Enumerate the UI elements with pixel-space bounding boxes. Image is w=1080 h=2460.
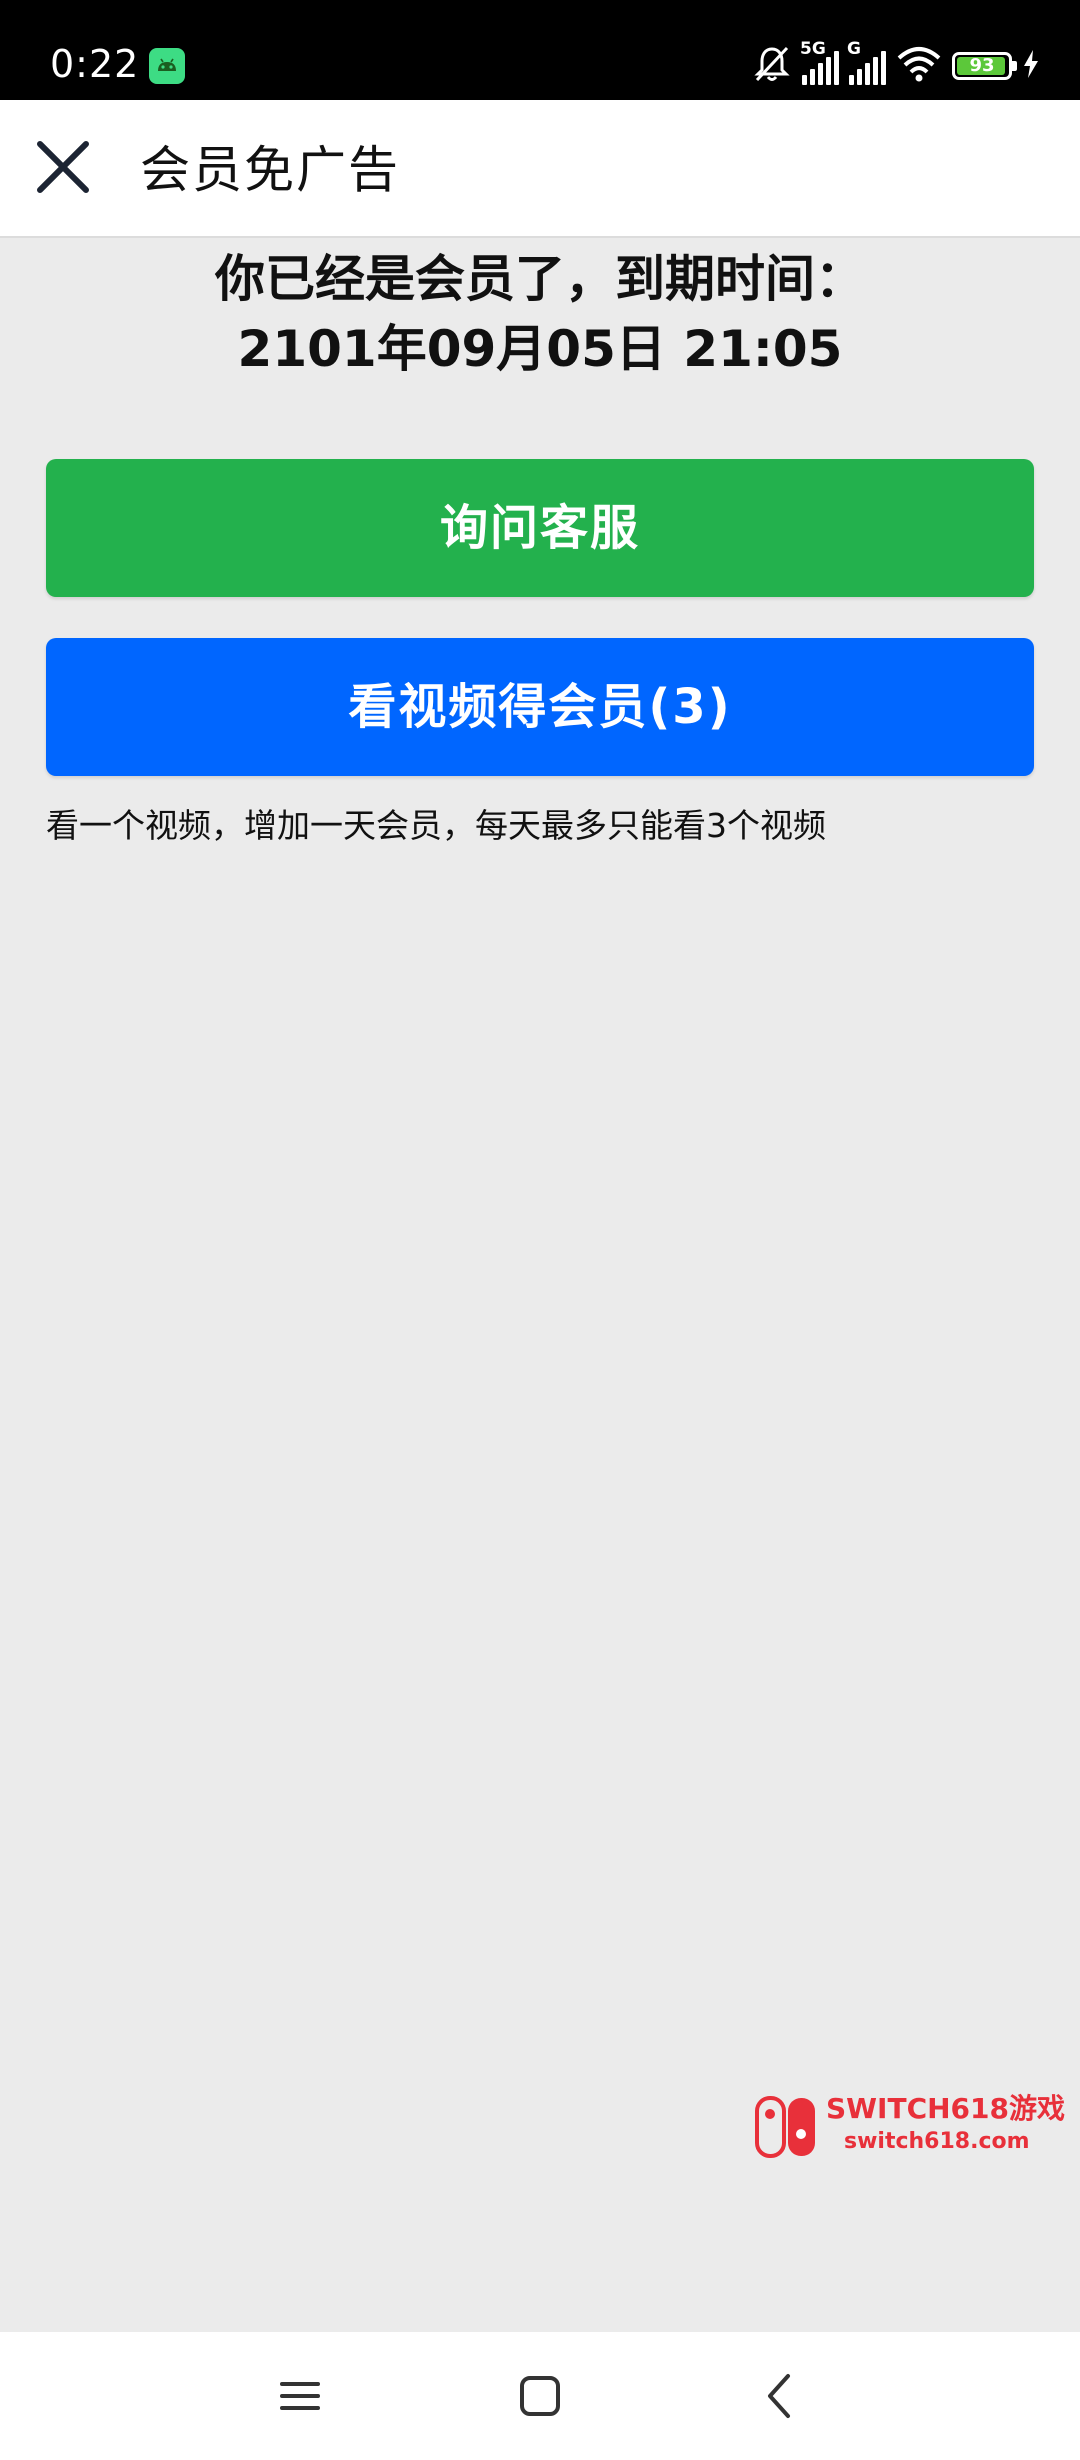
home-icon (520, 2376, 560, 2416)
menu-icon (280, 2382, 320, 2410)
membership-expiry-date: 2101年09月05日 21:05 (237, 320, 843, 378)
switch-logo-icon (754, 2094, 820, 2160)
battery-icon: 93 (952, 52, 1017, 80)
back-button[interactable] (746, 2362, 814, 2430)
watermark: SWITCH618游戏 switch618.com (754, 2090, 1065, 2162)
back-icon (768, 2374, 790, 2418)
recent-apps-button[interactable] (266, 2362, 334, 2430)
mute-bell-icon (752, 44, 792, 88)
status-bar: 0:22 5G G 93 (0, 0, 1080, 100)
network-type-label: 5G (800, 39, 826, 59)
membership-status: 你已经是会员了，到期时间： 2101年09月05日 21:05 (0, 240, 1080, 384)
battery-level: 93 (969, 55, 995, 76)
watermark-url: switch618.com (844, 2129, 1030, 2154)
network-type-label-2: G (847, 39, 861, 59)
signal-g-icon: G (847, 39, 886, 85)
android-notification-icon (149, 48, 185, 84)
page-title: 会员免广告 (140, 141, 400, 199)
signal-5g-icon: 5G (800, 39, 839, 85)
close-icon (37, 141, 89, 193)
status-time: 0:22 (50, 42, 140, 86)
membership-status-line1: 你已经是会员了，到期时间： (215, 250, 865, 308)
watermark-title: SWITCH618游戏 (826, 2092, 1065, 2125)
watch-video-for-membership-button[interactable]: 看视频得会员(3) (46, 638, 1034, 776)
status-icons: 5G G 93 (752, 39, 1040, 88)
video-hint-text: 看一个视频，增加一天会员，每天最多只能看3个视频 (46, 806, 826, 845)
ask-customer-service-button[interactable]: 询问客服 (46, 459, 1034, 597)
navigation-bar (0, 2332, 1080, 2460)
home-button[interactable] (506, 2362, 574, 2430)
wifi-icon (896, 45, 942, 87)
close-button[interactable] (20, 124, 106, 210)
app-bar: 会员免广告 (0, 100, 1080, 238)
charging-icon (1022, 49, 1040, 83)
